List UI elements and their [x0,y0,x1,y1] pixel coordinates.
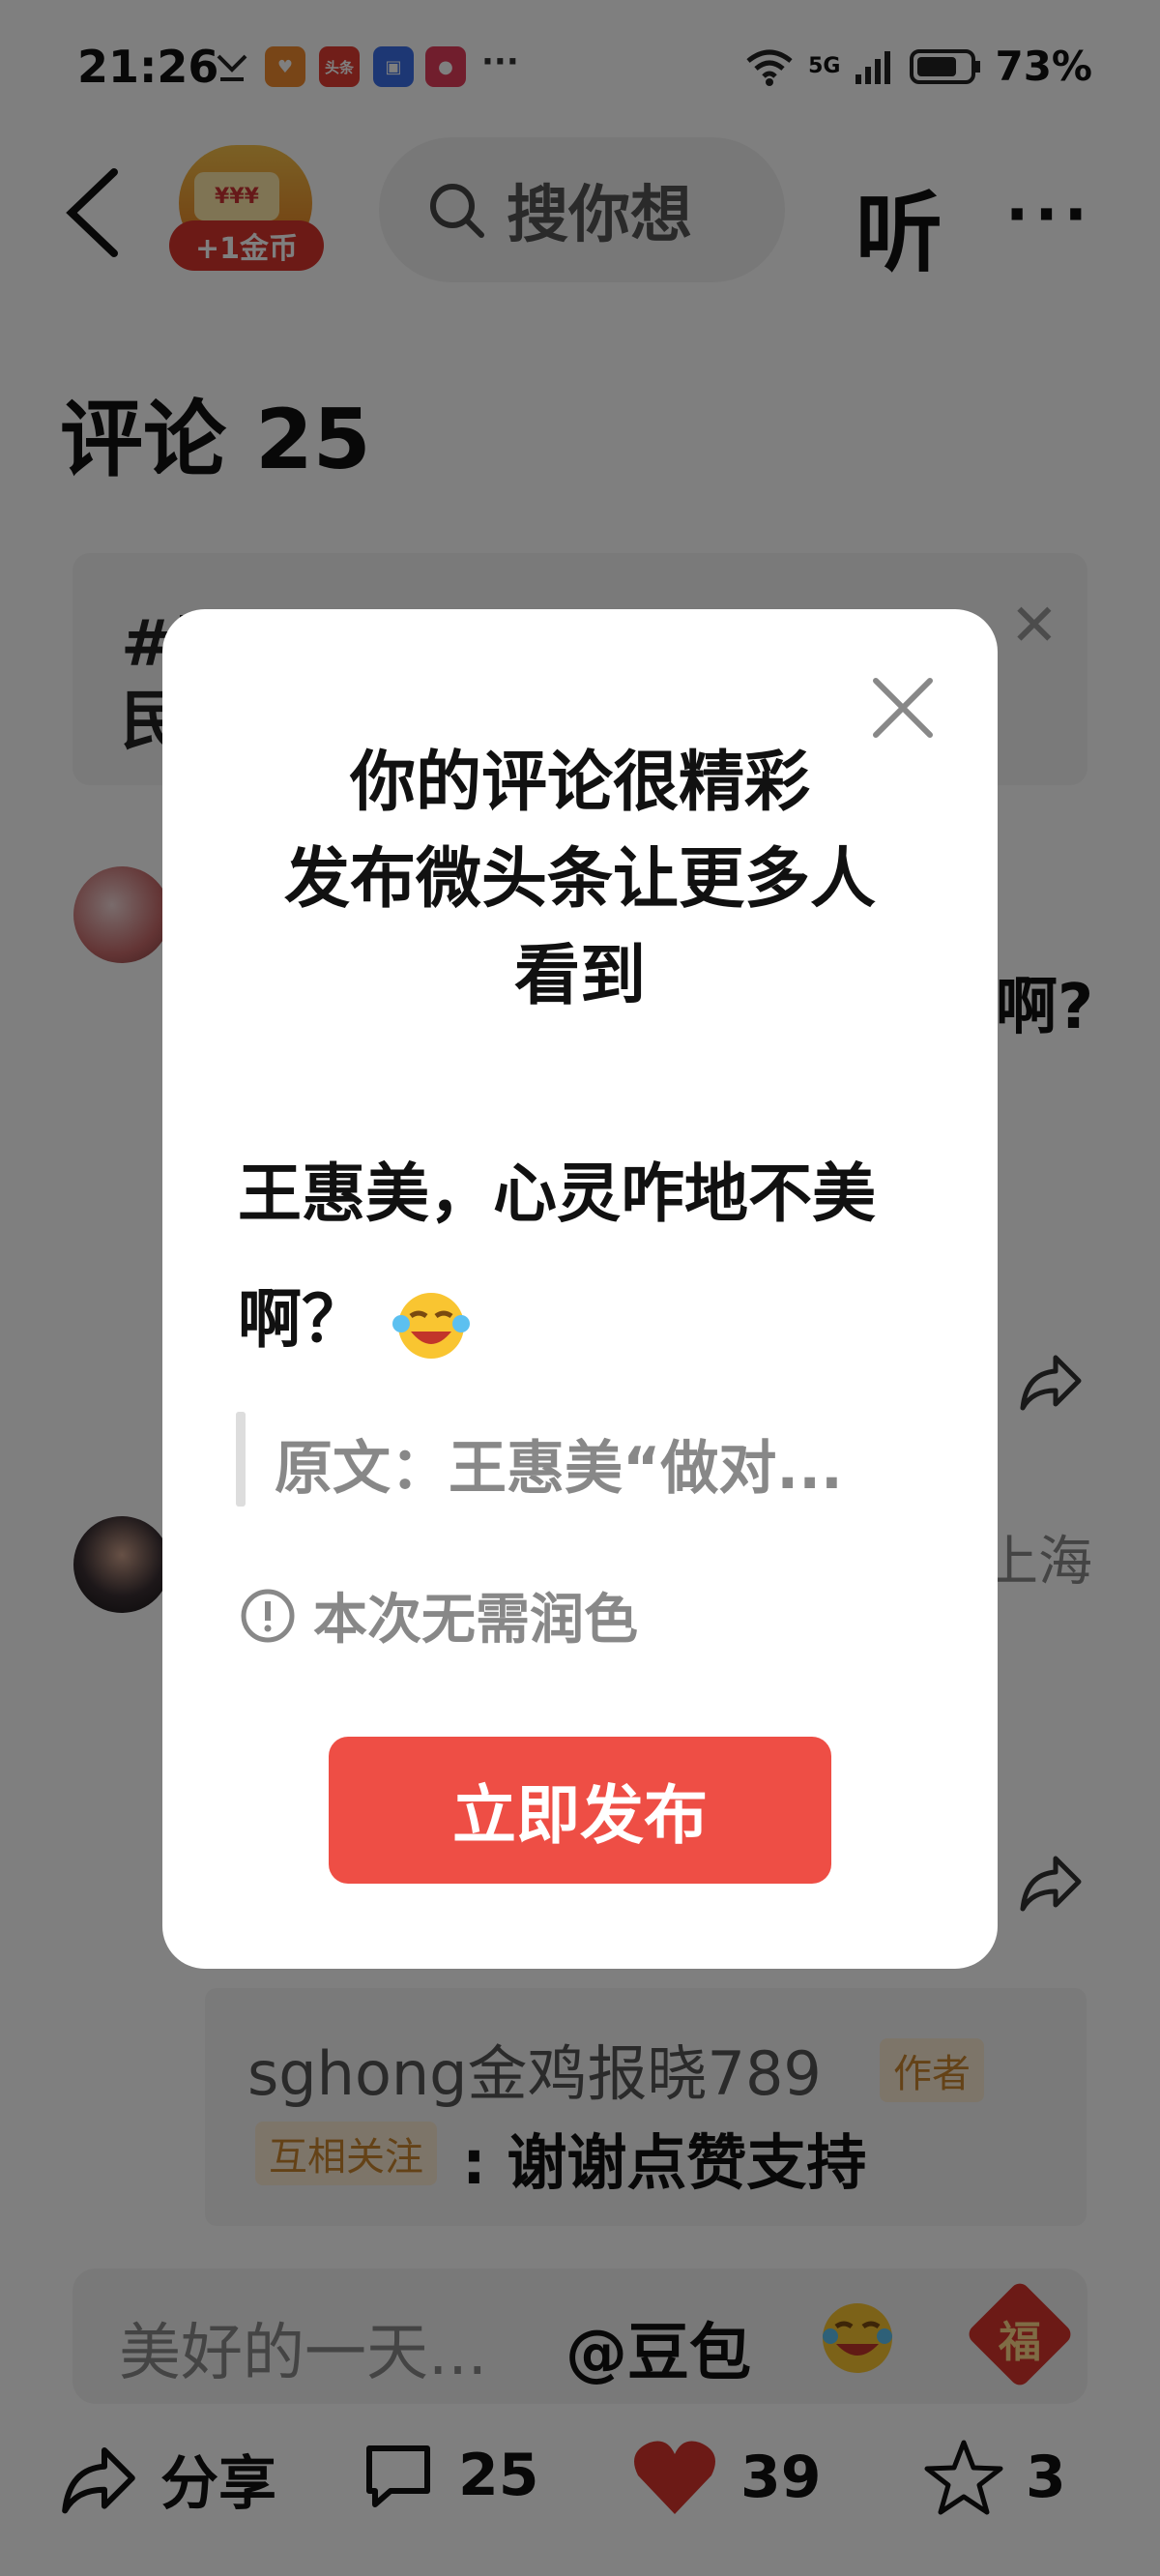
dialog-comment: 王惠美，心灵咋地不美啊？ [238,1131,934,1383]
dialog-comment-text: 王惠美，心灵咋地不美啊？ [238,1156,876,1357]
original-quote: 原文：王惠美“做对... [275,1435,843,1503]
publish-now-button[interactable]: 立即发布 [329,1737,831,1884]
laugh-emoji-icon [392,1292,470,1359]
quote-divider [236,1412,246,1507]
dialog-title-line: 看到 [513,938,646,1014]
publish-dialog: 你的评论很精彩 发布微头条让更多人 看到 王惠美，心灵咋地不美啊？ 原文：王惠美… [162,609,998,1969]
close-icon[interactable] [866,671,940,745]
polish-info-text: 本次无需润色 [313,1589,638,1652]
info-icon [241,1589,295,1642]
dialog-title: 你的评论很精彩 发布微头条让更多人 看到 [162,735,998,1025]
dialog-title-line: 你的评论很精彩 [349,745,810,821]
polish-info: 本次无需润色 [240,1576,638,1654]
dialog-title-line: 发布微头条让更多人 [283,841,876,918]
